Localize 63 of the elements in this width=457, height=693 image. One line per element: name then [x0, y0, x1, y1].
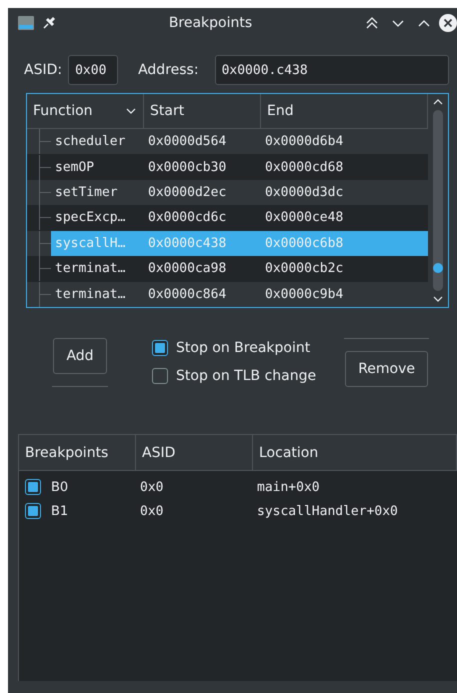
start-address: 0x0000c864	[147, 286, 228, 302]
tree-branch-line	[39, 230, 51, 256]
function-name: specExcp…	[54, 210, 126, 226]
checkbox[interactable]	[25, 503, 41, 519]
end-address: 0x0000c9b4	[264, 286, 344, 302]
column-header[interactable]: Start	[144, 94, 261, 128]
start-address: 0x0000cb30	[147, 160, 228, 175]
keep-above-icon[interactable]	[365, 16, 379, 30]
window-title: Breakpoints	[168, 15, 254, 31]
start-address: 0x0000d2ec	[147, 185, 228, 200]
close-icon[interactable]	[439, 14, 457, 32]
tree-branch-line	[39, 282, 51, 307]
tree-branch-line	[39, 256, 51, 282]
scroll-thumb[interactable]	[433, 263, 443, 273]
start-address: 0x0000cd6c	[147, 210, 228, 226]
function-name: syscallH…	[54, 236, 126, 251]
breakpoint-name: B1	[50, 504, 70, 518]
function-row[interactable]: scheduler 0x0000d564 0x0000d6b4	[51, 128, 428, 154]
tree-branch-line	[39, 180, 51, 206]
scroll-down-icon[interactable]	[433, 295, 443, 303]
checkbox[interactable]	[25, 479, 41, 495]
function-name: scheduler	[54, 134, 126, 150]
function-row[interactable]: terminat… 0x0000c864 0x0000c9b4	[51, 282, 428, 307]
tree-branch-line	[39, 129, 51, 154]
scroll-up-icon[interactable]	[433, 98, 443, 106]
pin-icon[interactable]	[42, 16, 56, 30]
checkbox-label[interactable]: Stop on Breakpoint	[176, 340, 310, 356]
end-address: 0x0000d3dc	[264, 185, 344, 200]
column-header[interactable]: ASID	[136, 435, 253, 470]
start-address: 0x0000c438	[147, 236, 228, 251]
function-name: setTimer	[54, 185, 119, 200]
address-field[interactable]: 0x0000.c438	[214, 55, 449, 85]
column-header[interactable]: Location	[253, 435, 457, 470]
checkbox[interactable]	[152, 340, 168, 356]
asid-field[interactable]: 0x00	[68, 55, 118, 85]
function-row[interactable]: setTimer 0x0000d2ec 0x0000d3dc	[51, 180, 428, 206]
asid-label: ASID:	[24, 62, 62, 78]
end-address: 0x0000d6b4	[264, 134, 344, 150]
asid-value: 0x0	[139, 480, 164, 494]
column-header[interactable]: Breakpoints	[19, 435, 136, 470]
checkbox-label[interactable]: Stop on TLB change	[176, 368, 316, 384]
end-address: 0x0000cb2c	[264, 261, 344, 276]
column-header[interactable]: Function	[27, 94, 144, 128]
tree-branch-line	[39, 205, 51, 230]
end-address: 0x0000cd68	[264, 160, 344, 175]
start-address: 0x0000d564	[147, 134, 228, 150]
function-name: terminat…	[54, 261, 126, 276]
tree-branch-line	[39, 154, 51, 180]
address-label: Address:	[138, 62, 199, 78]
breakpoint-name: B0	[50, 480, 70, 494]
add-button[interactable]: Add	[53, 338, 107, 374]
function-name: semOP	[54, 160, 96, 175]
function-name: terminat…	[54, 286, 126, 302]
app-icon	[18, 16, 34, 30]
location-value: main+0x0	[256, 480, 321, 494]
remove-button[interactable]: Remove	[345, 351, 428, 387]
end-address: 0x0000ce48	[264, 210, 344, 226]
column-header[interactable]: End	[261, 94, 428, 128]
asid-value: 0x0	[139, 504, 164, 518]
location-value: syscallHandler+0x0	[256, 504, 399, 518]
start-address: 0x0000ca98	[147, 261, 228, 276]
end-address: 0x0000c6b8	[264, 236, 344, 251]
checkbox[interactable]	[152, 368, 168, 384]
